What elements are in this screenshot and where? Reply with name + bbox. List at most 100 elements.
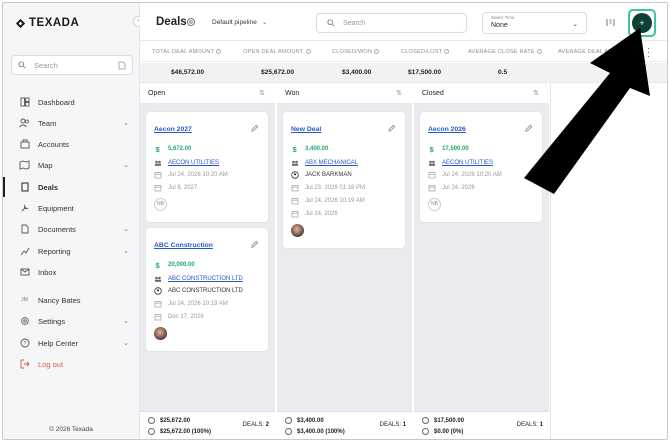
- plus-icon: +: [639, 18, 645, 28]
- svg-text:$: $: [156, 145, 161, 153]
- sort-icon[interactable]: ⇅: [396, 89, 402, 97]
- more-options-icon[interactable]: · · ·: [647, 44, 650, 61]
- contact-icon: [154, 287, 162, 295]
- sidebar-item-help-center[interactable]: ? Help Center ⌄: [3, 333, 139, 353]
- sidebar-item-nancy-bates[interactable]: JM Nancy Bates: [3, 290, 139, 310]
- deal-title-link[interactable]: ABC Construction: [154, 242, 213, 249]
- sort-icon[interactable]: ⇅: [259, 89, 265, 97]
- footer-amount: $17,500.00: [422, 417, 464, 424]
- deal-created-date: Jul 23, 2026 01:16 PM: [291, 184, 365, 192]
- deal-amount-text: 5,672.00: [168, 146, 192, 152]
- deal-amount-text: 3,400.00: [305, 146, 329, 152]
- sort-icon[interactable]: ⇅: [533, 89, 539, 97]
- sidebar-item-team[interactable]: Team ⌄: [3, 113, 139, 133]
- sidebar-item-documents[interactable]: Documents ⌄: [3, 219, 139, 239]
- column-closed: Closed ⇅ Aecon 2026 $17,500.00 AECON UTILITI…: [414, 84, 549, 439]
- deal-close-date-text: Jul 8, 2027: [168, 185, 198, 191]
- weighted-icon: [148, 428, 155, 435]
- footer-weighted-text: $3,400.00 (100%): [297, 428, 345, 435]
- deal-company[interactable]: AECON UTILITIES: [428, 159, 493, 167]
- deal-amount: $3,400.00: [291, 145, 329, 153]
- sidebar-item-deals[interactable]: Deals: [3, 177, 139, 197]
- deal-company-text: AECON UTILITIES: [442, 160, 494, 166]
- search-input[interactable]: Search: [316, 13, 467, 33]
- document-search-icon[interactable]: [118, 61, 126, 70]
- texada-logo[interactable]: TEXADA: [15, 16, 79, 30]
- company-icon: [154, 275, 162, 283]
- footer-amount: $3,400.00: [285, 417, 324, 424]
- sidebar-item-settings[interactable]: Settings ⌄: [3, 311, 139, 331]
- deal-contact-text: ABC CONSTRUCTION LTD: [168, 288, 243, 294]
- deal-card[interactable]: Aecon 2027 $5,672.00 AECON UTILITIES Jul 24…: [146, 112, 268, 222]
- logout-icon: [19, 359, 30, 370]
- sidebar-item-log-out[interactable]: Log out: [3, 354, 139, 374]
- deal-close-date: Dec 17, 2026: [154, 313, 204, 321]
- deal-created-date: Jul 24, 2026 10:20 AM: [154, 171, 228, 179]
- deal-company-text: ABC CONSTRUCTION LTD: [168, 276, 243, 282]
- deal-title-link[interactable]: New Deal: [291, 126, 321, 133]
- deal-company[interactable]: ABC CONSTRUCTION LTD: [154, 275, 243, 283]
- sidebar-item-accounts[interactable]: Accounts: [3, 134, 139, 154]
- deal-card[interactable]: ABC Construction $20,000.00 ABC CONSTRUCTI…: [146, 228, 268, 351]
- edit-icon[interactable]: [250, 240, 259, 249]
- chevron-down-icon: ⌄: [123, 248, 129, 255]
- time-select-value: None: [491, 22, 508, 29]
- deal-company[interactable]: AECON UTILITIES: [154, 159, 219, 167]
- deal-amount: $20,000.00: [154, 261, 195, 269]
- sidebar-item-map[interactable]: Map ⌄: [3, 155, 139, 175]
- kanban-view-icon[interactable]: [605, 17, 616, 28]
- edit-icon[interactable]: [524, 124, 533, 133]
- column-footer: $25,672.00 $25,672.00 (100%) DEALS: 2: [140, 411, 275, 439]
- add-deal-button-highlight: +: [628, 9, 656, 37]
- deal-title-link[interactable]: Aecon 2026: [428, 126, 466, 133]
- sidebar-search-input[interactable]: Search: [11, 55, 133, 75]
- info-icon[interactable]: [374, 49, 380, 54]
- time-select[interactable]: Select Time None ⌄: [482, 12, 587, 34]
- footer-amount-text: $3,400.00: [297, 417, 324, 424]
- info-icon[interactable]: [536, 49, 542, 54]
- inbox-icon: [19, 267, 30, 278]
- company-icon: [428, 159, 436, 167]
- sidebar-item-inbox[interactable]: Inbox: [3, 262, 139, 282]
- company-icon: [154, 159, 162, 167]
- deal-card[interactable]: New Deal $3,400.00 ABX MECHANICAL JACK BARK…: [283, 112, 405, 248]
- info-icon[interactable]: [444, 49, 450, 54]
- deal-company[interactable]: ABX MECHANICAL: [291, 159, 358, 167]
- footer-weighted: $0.00 (0%): [422, 428, 463, 435]
- pipeline-select[interactable]: Default pipeline ⌄: [212, 18, 267, 26]
- calendar-icon: [154, 300, 162, 308]
- download-icon[interactable]: [628, 46, 639, 57]
- footer-amount-text: $25,672.00: [160, 417, 191, 424]
- add-deal-button[interactable]: +: [632, 13, 652, 33]
- deal-created-date: Jul 24, 2026 10:20 AM: [428, 171, 502, 179]
- calendar-icon: [154, 184, 162, 192]
- deals-count: 2: [265, 422, 269, 428]
- edit-icon[interactable]: [250, 124, 259, 133]
- deal-title-link[interactable]: Aecon 2027: [154, 126, 192, 133]
- chevron-down-icon: ⌄: [572, 21, 578, 28]
- info-icon[interactable]: [216, 49, 222, 54]
- sidebar-item-label: Accounts: [38, 139, 69, 149]
- stat-label-open: OPEN DEAL AMOUNT: [243, 49, 311, 55]
- deal-card[interactable]: Aecon 2026 $17,500.00 AECON UTILITIES Jul 2…: [420, 112, 542, 222]
- deal-close-date: Jul 24, 2026: [291, 210, 338, 218]
- calendar-icon: [428, 184, 436, 192]
- edit-icon[interactable]: [387, 124, 396, 133]
- info-icon[interactable]: [305, 49, 311, 54]
- footer-amount: $25,672.00: [148, 417, 190, 424]
- gear-icon[interactable]: [186, 17, 196, 27]
- search-icon: [18, 61, 26, 69]
- sidebar-item-equipment[interactable]: Equipment: [3, 198, 139, 218]
- owner-avatar: [291, 224, 304, 237]
- column-footer: $17,500.00 $0.00 (0%) DEALS: 1: [414, 411, 549, 439]
- column-footer: $3,400.00 $3,400.00 (100%) DEALS: 1: [277, 411, 412, 439]
- sidebar-item-label: Dashboard: [38, 97, 75, 107]
- dollar-icon: $: [291, 145, 299, 153]
- column-title: Open: [148, 90, 166, 97]
- sidebar-item-label: Log out: [38, 359, 64, 369]
- sidebar-search-placeholder: Search: [34, 60, 58, 70]
- column-won: Won ⇅ New Deal $3,400.00 ABX MECHANICAL JACK …: [277, 84, 412, 439]
- currency-icon: [422, 417, 429, 424]
- sidebar-item-reporting[interactable]: Reporting ⌄: [3, 241, 139, 261]
- sidebar-item-dashboard[interactable]: Dashboard: [3, 92, 139, 112]
